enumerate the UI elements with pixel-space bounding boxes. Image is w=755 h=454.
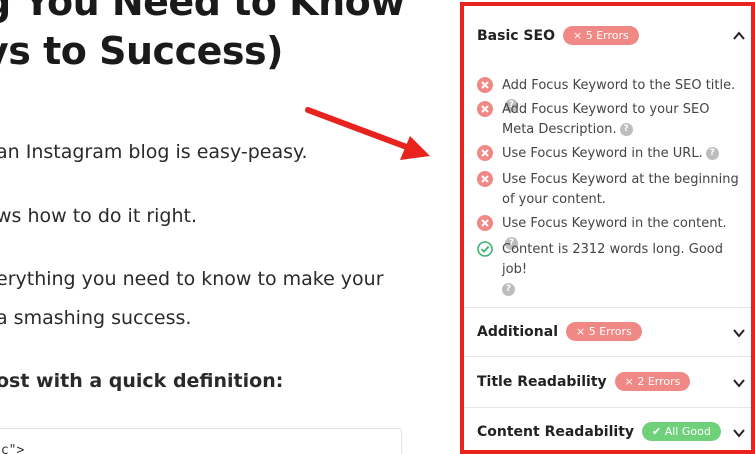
list-item: Content is 2312 words long. Good job!? (477, 240, 742, 300)
article-paragraph: erything you need to know to make your (0, 268, 384, 290)
section-title: Additional (477, 323, 558, 340)
list-item: Use Focus Keyword in the URL.? (477, 144, 742, 164)
status-badge: ✔ All Good (642, 422, 721, 441)
check-text: Use Focus Keyword at the beginning of yo… (502, 172, 739, 207)
x-circle-icon (477, 145, 493, 161)
section-title: Content Readability (477, 423, 635, 440)
x-circle-icon (477, 101, 493, 117)
section-title-readability[interactable]: Title Readability × 2 Errors (477, 372, 750, 394)
check-circle-icon (477, 241, 493, 257)
article-headline-line2: ys to Success) (0, 29, 283, 73)
article-paragraph: a smashing success. (0, 307, 192, 329)
divider (461, 407, 755, 408)
section-header[interactable]: Title Readability × 2 Errors (477, 372, 691, 391)
chevron-down-icon[interactable] (732, 426, 746, 440)
list-item: Add Focus Keyword to your SEO Meta Descr… (477, 100, 742, 140)
code-block[interactable]: nc"> (0, 428, 402, 454)
list-item: Use Focus Keyword at the beginning of yo… (477, 170, 742, 210)
status-badge: × 2 Errors (614, 372, 691, 391)
article-lead-in: ost with a quick definition: (0, 370, 284, 392)
x-circle-icon (477, 215, 493, 231)
article-content: g You Need to Know ys to Success) an Ins… (0, 0, 430, 454)
chevron-up-icon[interactable] (732, 29, 746, 43)
question-mark-icon[interactable]: ? (502, 283, 515, 296)
question-mark-icon[interactable]: ? (619, 123, 633, 136)
article-headline-line1: g You Need to Know (0, 0, 405, 24)
check-text: Use Focus Keyword in the content. (502, 216, 727, 231)
check-text: Add Focus Keyword to the SEO title. (502, 78, 736, 93)
section-content-readability[interactable]: Content Readability ✔ All Good (477, 422, 750, 444)
divider (461, 356, 755, 357)
chevron-down-icon[interactable] (732, 376, 746, 390)
divider (461, 307, 755, 308)
seo-analysis-panel: Basic SEO × 5 Errors Add Focus Keyword t… (460, 0, 755, 454)
x-circle-icon (477, 171, 493, 187)
chevron-down-icon[interactable] (732, 326, 746, 340)
status-badge: × 5 Errors (562, 26, 639, 45)
check-text: Content is 2312 words long. Good job! (502, 242, 723, 277)
section-header[interactable]: Basic SEO × 5 Errors (477, 26, 639, 45)
x-circle-icon (477, 77, 493, 93)
section-header[interactable]: Additional × 5 Errors (477, 322, 642, 341)
section-title: Basic SEO (477, 27, 555, 44)
section-title: Title Readability (477, 373, 607, 390)
status-badge: × 5 Errors (566, 322, 642, 341)
code-snippet: nc"> (0, 443, 25, 454)
section-additional[interactable]: Additional × 5 Errors (477, 322, 750, 344)
check-text: Add Focus Keyword to your SEO Meta Descr… (502, 102, 710, 137)
section-basic-seo[interactable]: Basic SEO × 5 Errors (477, 26, 750, 48)
article-paragraph: an Instagram blog is easy-peasy. (0, 141, 308, 163)
annotation-arrow-icon (305, 107, 430, 160)
check-text: Use Focus Keyword in the URL. (502, 146, 703, 161)
section-header[interactable]: Content Readability ✔ All Good (477, 422, 721, 441)
question-mark-icon[interactable]: ? (705, 147, 719, 160)
article-paragraph: ws how to do it right. (0, 205, 198, 227)
